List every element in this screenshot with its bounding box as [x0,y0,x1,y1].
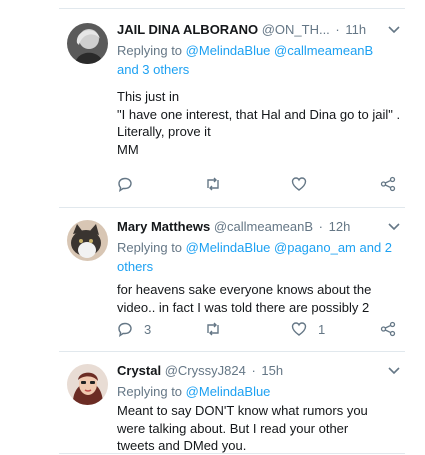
reply-mentions-more[interactable]: others [117,259,153,274]
retweet-icon [204,176,222,192]
reply-button[interactable]: 3 [117,318,151,340]
replying-to-label: Replying to [117,384,183,399]
replying-to: Replying to @MelindaBlue @callmeameanB a… [117,41,407,79]
timestamp[interactable]: 12h [329,219,351,234]
tweet-header: Crystal @CryssyJ824 · 15h [117,361,407,381]
reply-mentions-more[interactable]: and 3 others [117,62,189,77]
reply-button[interactable] [117,173,144,195]
replying-to-label: Replying to [117,240,183,255]
user-handle[interactable]: @CryssyJ824 [165,363,246,378]
user-handle[interactable]: @callmeameanB [214,219,313,234]
timestamp[interactable]: 15h [261,363,283,378]
tweet-header: Mary Matthews @callmeameanB · 12h [117,217,407,237]
retweet-button[interactable] [204,318,222,340]
reply-mentions[interactable]: @MelindaBlue @callmeameanB [186,43,374,58]
display-name[interactable]: JAIL DINA ALBORANO [117,22,258,37]
separator-dot: · [251,363,256,378]
divider-1 [59,207,405,208]
action-bar: 3 1 [117,318,407,340]
share-button[interactable] [380,318,396,340]
display-name[interactable]: Crystal [117,363,161,378]
separator-dot: · [318,219,323,234]
reply-mentions[interactable]: @MelindaBlue @pagano_am and 2 [186,240,392,255]
share-icon [380,176,396,192]
like-button[interactable] [291,173,318,195]
separator-dot: · [335,22,340,37]
replying-to-label: Replying to [117,43,183,58]
avatar[interactable] [67,23,108,64]
tweet-text: Meant to say DON'T know what rumors you … [117,403,372,453]
chevron-down-icon[interactable] [387,361,401,381]
like-button[interactable]: 1 [291,318,325,340]
heart-icon [291,321,307,337]
retweet-button[interactable] [204,173,222,195]
replying-to: Replying to @MelindaBlue @pagano_am and … [117,238,407,276]
action-bar [117,173,407,195]
chevron-down-icon[interactable] [387,217,401,237]
share-icon [380,321,396,337]
avatar[interactable] [67,364,108,405]
reply-icon [117,321,133,337]
reply-icon [117,176,133,192]
heart-icon [291,176,307,192]
avatar[interactable] [67,220,108,261]
replying-to: Replying to @MelindaBlue [117,382,407,401]
share-button[interactable] [380,173,396,195]
divider-2 [59,351,405,352]
timestamp[interactable]: 11h [345,22,366,37]
retweet-icon [204,321,222,337]
display-name[interactable]: Mary Matthews [117,219,210,234]
divider-top [59,8,405,9]
reply-mentions[interactable]: @MelindaBlue [186,384,271,399]
tweet-header: JAIL DINA ALBORANO @ON_TH... · 11h [117,20,407,40]
reply-count: 3 [144,321,152,337]
chevron-down-icon[interactable] [387,20,401,40]
user-handle[interactable]: @ON_TH... [262,22,330,37]
tweet-text: for heavens sake everyone knows about th… [117,282,376,315]
like-count: 1 [318,321,326,337]
tweet-text: This just in "I have one interest, that … [117,89,401,157]
